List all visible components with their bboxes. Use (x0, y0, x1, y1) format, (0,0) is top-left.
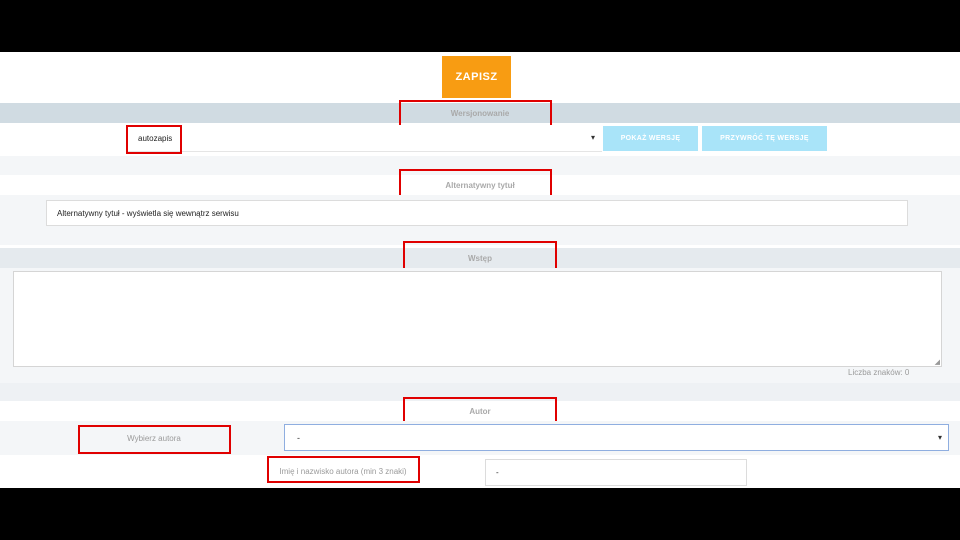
resize-handle-icon[interactable]: ◢ (935, 358, 940, 366)
save-button[interactable]: ZAPISZ (442, 56, 511, 98)
highlight-alt-title (399, 169, 552, 198)
author-name-input-value: - (496, 468, 499, 477)
show-version-button[interactable]: POKAŻ WERSJĘ (603, 126, 698, 151)
highlight-intro-title (403, 241, 557, 271)
alt-title-input[interactable]: Alternatywny tytuł - wyświetla się wewną… (46, 200, 908, 226)
highlight-choose-author (78, 425, 231, 454)
char-count: Liczba znaków: 0 (848, 368, 910, 377)
intro-textarea[interactable]: ◢ (13, 271, 942, 367)
content-page: ZAPISZ Wersjonowanie autozapis ▾ POKAŻ W… (0, 52, 960, 488)
alt-title-input-value: Alternatywny tytuł - wyświetla się wewną… (57, 208, 239, 218)
highlight-version-value (126, 125, 182, 154)
chevron-down-icon: ▾ (591, 133, 596, 142)
restore-version-button[interactable]: PRZYWRÓĆ TĘ WERSJĘ (702, 126, 827, 151)
highlight-author-name (267, 456, 420, 483)
author-select-value: - (297, 432, 300, 443)
author-name-input[interactable]: - (485, 459, 747, 486)
version-select[interactable]: autozapis ▾ (126, 125, 602, 152)
chevron-down-icon: ▾ (937, 433, 942, 442)
author-select[interactable]: - ▾ (284, 424, 949, 451)
